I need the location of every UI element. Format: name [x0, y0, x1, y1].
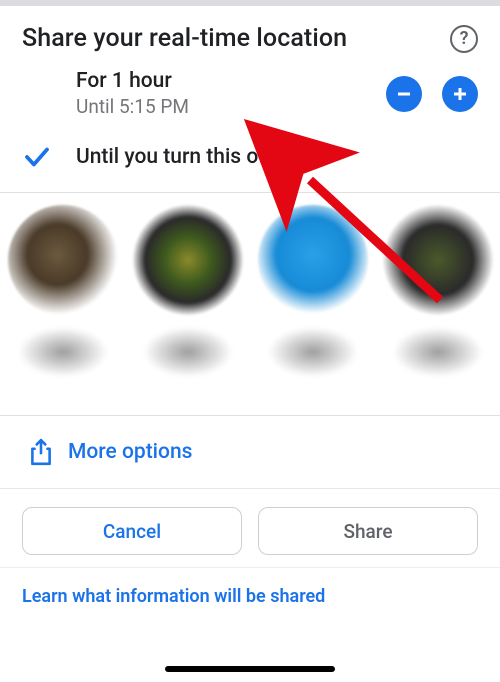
- duration-title: For 1 hour: [76, 69, 386, 93]
- learn-row: Learn what information will be shared: [0, 568, 500, 625]
- contact-name-redacted: [143, 327, 233, 377]
- learn-link[interactable]: Learn what information will be shared: [22, 586, 325, 607]
- contact-name-redacted: [18, 327, 108, 377]
- contact-avatar: [8, 205, 118, 315]
- contact-item[interactable]: [125, 205, 250, 415]
- contact-avatar: [258, 205, 368, 315]
- duration-subtitle: Until 5:15 PM: [76, 95, 386, 118]
- contact-name-redacted: [268, 327, 358, 377]
- help-icon: ?: [460, 28, 469, 49]
- share-button[interactable]: Share: [258, 507, 478, 555]
- action-button-row: Cancel Share: [0, 489, 500, 568]
- contact-item[interactable]: [375, 205, 500, 415]
- cancel-button-label: Cancel: [103, 520, 161, 543]
- minus-icon: [395, 85, 413, 103]
- contact-item[interactable]: [250, 205, 375, 415]
- contact-name-redacted: [393, 327, 483, 377]
- checkmark-icon: [22, 142, 52, 172]
- sheet-title: Share your real-time location: [22, 24, 450, 53]
- contact-avatar: [383, 205, 493, 315]
- duration-stepper: [386, 76, 478, 112]
- contacts-strip[interactable]: [0, 193, 500, 416]
- home-indicator[interactable]: [165, 666, 335, 672]
- decrease-duration-button[interactable]: [386, 76, 422, 112]
- until-off-content: Until you turn this off: [76, 145, 478, 169]
- increase-duration-button[interactable]: [442, 76, 478, 112]
- sheet-header: Share your real-time location ?: [0, 6, 500, 59]
- contact-avatar: [133, 205, 243, 315]
- until-off-option-row[interactable]: Until you turn this off: [0, 128, 500, 186]
- help-button[interactable]: ?: [450, 25, 478, 53]
- selected-indicator: [22, 142, 76, 172]
- cancel-button[interactable]: Cancel: [22, 507, 242, 555]
- more-options-label: More options: [68, 440, 192, 464]
- duration-content: For 1 hour Until 5:15 PM: [76, 69, 386, 118]
- share-button-label: Share: [343, 520, 392, 543]
- plus-icon: [451, 85, 469, 103]
- contact-item[interactable]: [0, 205, 125, 415]
- more-options-row[interactable]: More options: [0, 416, 500, 489]
- until-off-label: Until you turn this off: [76, 145, 478, 169]
- share-icon: [28, 438, 54, 466]
- share-location-sheet: Share your real-time location ? For 1 ho…: [0, 6, 500, 625]
- duration-option-row[interactable]: For 1 hour Until 5:15 PM: [0, 59, 500, 128]
